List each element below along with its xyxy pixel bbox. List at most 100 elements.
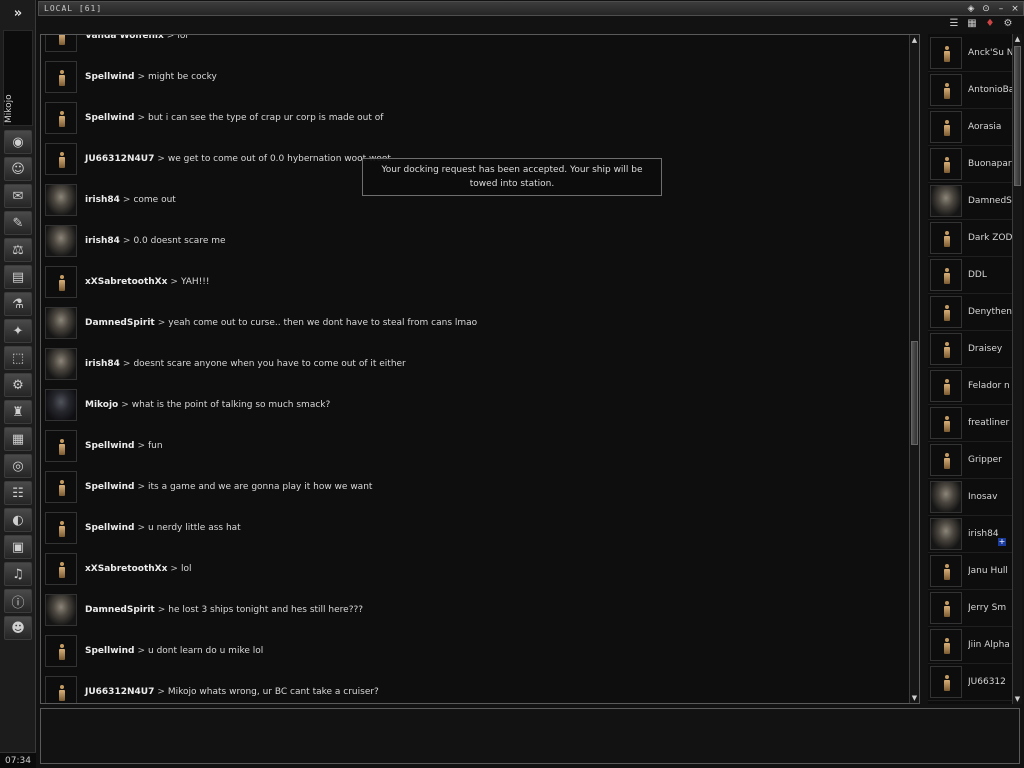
neocom-expand-button[interactable]: » <box>0 0 36 28</box>
message-author[interactable]: xXSabretoothXx <box>85 277 167 287</box>
member-scroll-up-icon[interactable]: ▲ <box>1013 34 1022 44</box>
avatar[interactable] <box>930 666 962 698</box>
chat-message-area[interactable]: Vanda Wolfenix > lol Spellwind > might be coc… <box>40 34 920 704</box>
browser-icon[interactable]: ◐ <box>4 508 32 532</box>
message-author[interactable]: DamnedSpirit <box>85 318 155 328</box>
logout-icon[interactable]: ☻ <box>4 616 32 640</box>
people-places-icon[interactable]: ☺ <box>4 157 32 181</box>
message-author[interactable]: Spellwind <box>85 646 134 656</box>
avatar[interactable] <box>45 35 77 52</box>
avatar[interactable] <box>45 594 77 626</box>
avatar[interactable] <box>45 635 77 667</box>
avatar[interactable] <box>45 512 77 544</box>
avatar[interactable] <box>930 185 962 217</box>
contracts-icon[interactable]: ▤ <box>4 265 32 289</box>
message-author[interactable]: Spellwind <box>85 482 134 492</box>
channels-icon[interactable]: ☷ <box>4 481 32 505</box>
avatar[interactable] <box>45 553 77 585</box>
avatar[interactable] <box>930 74 962 106</box>
avatar[interactable] <box>930 592 962 624</box>
member-list-item[interactable]: freatliner <box>928 405 1014 442</box>
fitting-icon[interactable]: ⚙ <box>4 373 32 397</box>
message-author[interactable]: irish84 <box>85 359 120 369</box>
member-list-item[interactable]: Jerry Sm <box>928 590 1014 627</box>
avatar[interactable] <box>930 555 962 587</box>
member-list-item[interactable]: DDL <box>928 257 1014 294</box>
message-author[interactable]: xXSabretoothXx <box>85 564 167 574</box>
chat-input-field[interactable] <box>40 708 1020 764</box>
member-list-item[interactable]: Denythen <box>928 294 1014 331</box>
message-author[interactable]: Mikojo <box>85 400 118 410</box>
notepad-icon[interactable]: ✎ <box>4 211 32 235</box>
science-industry-icon[interactable]: ⚗ <box>4 292 32 316</box>
minimize-icon[interactable]: – <box>995 3 1007 15</box>
member-list[interactable]: Anck'Su N AntonioBa Aorasia Buonapart Damned… <box>928 34 1022 704</box>
avatar[interactable] <box>930 407 962 439</box>
avatar[interactable] <box>45 266 77 298</box>
message-author[interactable]: JU66312N4U7 <box>85 154 154 164</box>
avatar[interactable] <box>930 148 962 180</box>
mail-icon[interactable]: ✉ <box>4 184 32 208</box>
pin-icon[interactable]: ◈ <box>965 3 977 15</box>
avatar[interactable] <box>930 259 962 291</box>
member-list-item[interactable]: Buonapart <box>928 146 1014 183</box>
member-list-item[interactable]: DamnedSp <box>928 183 1014 220</box>
scroll-up-icon[interactable]: ▲ <box>910 35 919 45</box>
map-icon[interactable]: ✦ <box>4 319 32 343</box>
avatar[interactable] <box>930 222 962 254</box>
message-author[interactable]: Vanda Wolfenix <box>85 35 164 41</box>
avatar[interactable] <box>45 389 77 421</box>
avatar[interactable] <box>930 370 962 402</box>
member-list-item[interactable]: Aorasia <box>928 109 1014 146</box>
message-author[interactable]: Spellwind <box>85 113 134 123</box>
member-list-item[interactable]: Draisey <box>928 331 1014 368</box>
journal-icon[interactable]: ▣ <box>4 535 32 559</box>
avatar[interactable] <box>45 143 77 175</box>
list-view-icon[interactable]: ☰ <box>948 18 960 29</box>
help-icon[interactable]: ◎ <box>4 454 32 478</box>
message-author[interactable]: DamnedSpirit <box>85 605 155 615</box>
market-icon[interactable]: ⚖ <box>4 238 32 262</box>
member-list-item[interactable]: Jiin Alpha <box>928 627 1014 664</box>
member-list-item[interactable]: Inosav <box>928 479 1014 516</box>
assets-icon[interactable]: ⬚ <box>4 346 32 370</box>
member-list-item[interactable]: JU66312 <box>928 664 1014 701</box>
message-author[interactable]: irish84 <box>85 236 120 246</box>
avatar[interactable] <box>45 430 77 462</box>
avatar[interactable] <box>45 225 77 257</box>
member-list-item[interactable]: AntonioBa <box>928 72 1014 109</box>
avatar[interactable] <box>930 37 962 69</box>
detail-view-icon[interactable]: ▦ <box>966 18 978 29</box>
member-list-item[interactable]: Dark ZOD <box>928 220 1014 257</box>
avatar[interactable] <box>45 471 77 503</box>
message-author[interactable]: Spellwind <box>85 72 134 82</box>
avatar[interactable] <box>45 348 77 380</box>
member-scroll-thumb[interactable] <box>1014 46 1021 186</box>
scroll-thumb[interactable] <box>911 341 918 445</box>
avatar[interactable] <box>930 111 962 143</box>
scroll-down-icon[interactable]: ▼ <box>910 693 919 703</box>
avatar[interactable] <box>930 296 962 328</box>
character-sheet-icon[interactable]: ◉ <box>4 130 32 154</box>
member-list-scrollbar[interactable]: ▲ ▼ <box>1012 34 1022 704</box>
avatar[interactable] <box>930 333 962 365</box>
avatar[interactable] <box>45 61 77 93</box>
avatar[interactable] <box>930 629 962 661</box>
member-list-item[interactable]: irish84 + <box>928 516 1014 553</box>
chat-scrollbar[interactable]: ▲ ▼ <box>909 35 919 703</box>
options-icon[interactable]: ⊙ <box>980 3 992 15</box>
message-author[interactable]: Spellwind <box>85 523 134 533</box>
settings-icon[interactable]: ⚙ <box>1002 18 1014 29</box>
avatar[interactable] <box>45 184 77 216</box>
member-list-item[interactable]: Gripper <box>928 442 1014 479</box>
avatar[interactable] <box>930 481 962 513</box>
member-list-item[interactable]: Felador n <box>928 368 1014 405</box>
music-icon[interactable]: ♫ <box>4 562 32 586</box>
avatar[interactable] <box>930 444 962 476</box>
message-author[interactable]: Spellwind <box>85 441 134 451</box>
message-author[interactable]: JU66312N4U7 <box>85 687 154 697</box>
member-list-item[interactable]: Janu Hull <box>928 553 1014 590</box>
message-author[interactable]: irish84 <box>85 195 120 205</box>
sort-icon[interactable]: ♦ <box>984 18 996 29</box>
avatar[interactable] <box>45 102 77 134</box>
